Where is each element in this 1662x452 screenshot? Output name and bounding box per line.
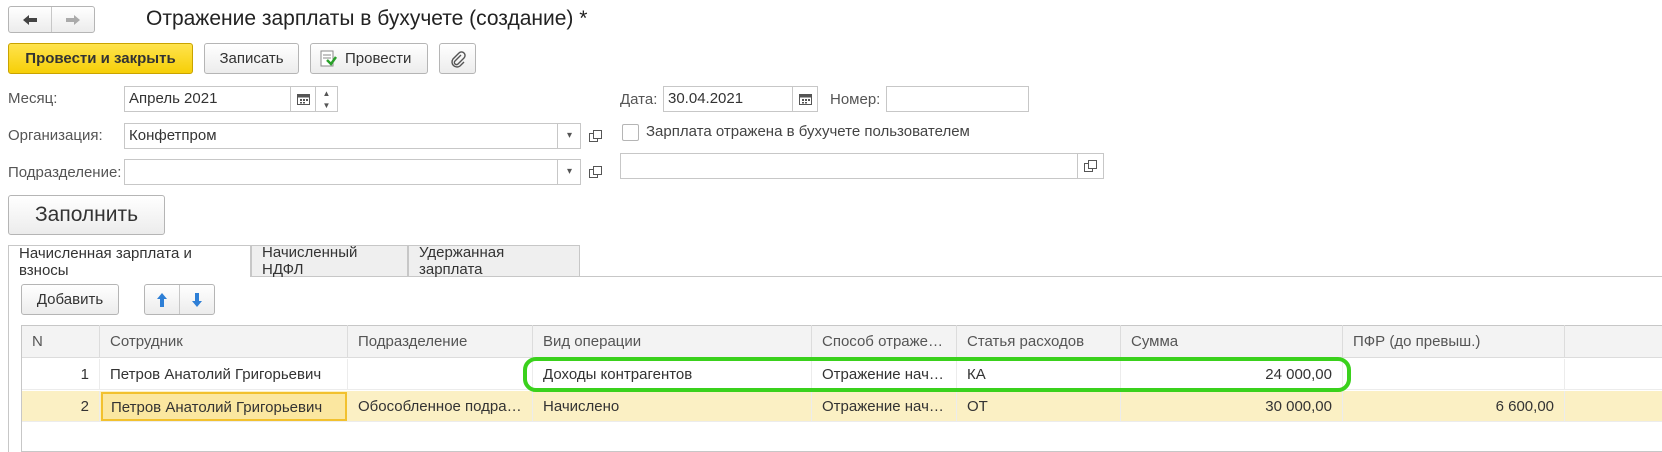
column-header-method[interactable]: Способ отраже…	[812, 325, 957, 358]
attach-button[interactable]	[439, 43, 476, 74]
forward-button[interactable]	[52, 7, 94, 32]
department-label: Подразделение:	[8, 164, 122, 181]
nav-buttons	[8, 6, 95, 33]
date-label: Дата:	[620, 91, 658, 108]
organization-field[interactable]: Конфетпром ▾	[124, 123, 581, 149]
user-reflected-checkbox[interactable]	[622, 124, 639, 141]
cell-department[interactable]	[348, 359, 533, 390]
open-window-icon	[588, 129, 602, 142]
cell-employee[interactable]: Петров Анатолий Григорьевич	[100, 359, 348, 390]
stepper-up-icon[interactable]: ▲	[316, 87, 337, 99]
column-header-expense[interactable]: Статья расходов	[957, 325, 1121, 358]
move-buttons	[144, 284, 215, 315]
cell-department[interactable]: Обособленное подра…	[348, 391, 533, 422]
column-header-pfr[interactable]: ПФР (до превыш.)	[1343, 325, 1565, 358]
post-document-icon	[320, 50, 337, 66]
month-stepper[interactable]: ▲ ▼	[316, 86, 338, 112]
department-dropdown-button[interactable]: ▾	[557, 159, 581, 185]
cell-pfr[interactable]	[1343, 359, 1565, 390]
arrow-right-icon	[66, 14, 80, 25]
tab-accrued-salary[interactable]: Начисленная зарплата и взносы	[8, 245, 251, 279]
calendar-icon	[799, 94, 812, 105]
cell-operation[interactable]: Доходы контрагентов	[533, 359, 812, 390]
post-button[interactable]: Провести	[310, 43, 428, 74]
calendar-icon	[297, 94, 310, 105]
month-label: Месяц:	[8, 90, 58, 107]
cell-expense[interactable]: ОТ	[957, 391, 1121, 422]
fill-button[interactable]: Заполнить	[8, 195, 165, 235]
column-header-n[interactable]: N	[22, 325, 100, 358]
column-header-sum[interactable]: Сумма	[1121, 325, 1343, 358]
add-row-button[interactable]: Добавить	[21, 284, 119, 315]
stepper-down-icon[interactable]: ▼	[316, 99, 337, 111]
post-and-close-button[interactable]: Провести и закрыть	[8, 43, 193, 74]
arrow-left-icon	[23, 14, 37, 25]
arrow-up-icon	[157, 292, 167, 307]
paperclip-icon	[450, 50, 466, 68]
back-button[interactable]	[9, 7, 52, 32]
cell-method[interactable]: Отражение нач…	[812, 391, 957, 422]
organization-label: Организация:	[8, 127, 103, 144]
comment-field[interactable]	[620, 153, 1078, 179]
tab-withheld-salary[interactable]: Удержанная зарплата	[408, 244, 580, 278]
organization-open-button[interactable]	[584, 123, 606, 149]
open-window-icon	[1084, 159, 1097, 172]
column-header-employee[interactable]: Сотрудник	[100, 325, 348, 358]
move-up-button[interactable]	[145, 285, 180, 314]
column-header-operation[interactable]: Вид операции	[533, 325, 812, 358]
cell-method[interactable]: Отражение нач…	[812, 359, 957, 390]
organization-dropdown-button[interactable]: ▾	[557, 123, 581, 149]
department-open-button[interactable]	[584, 159, 606, 185]
month-calendar-button[interactable]	[290, 86, 316, 112]
cell-sum[interactable]: 30 000,00	[1121, 391, 1343, 422]
user-reflected-checkbox-label[interactable]: Зарплата отражена в бухучете пользовател…	[646, 122, 970, 142]
tab-accrued-ndfl[interactable]: Начисленный НДФЛ	[251, 244, 408, 278]
cell-sum[interactable]: 24 000,00	[1121, 359, 1343, 390]
department-field[interactable]: ▾	[124, 159, 581, 185]
month-field[interactable]: Апрель 2021	[124, 86, 316, 112]
chevron-down-icon: ▾	[566, 130, 573, 141]
organization-value: Конфетпром	[129, 127, 217, 144]
row-number: 1	[22, 359, 100, 390]
date-field[interactable]: 30.04.2021	[663, 86, 818, 112]
row-number: 2	[22, 391, 100, 422]
chevron-down-icon: ▾	[566, 166, 573, 177]
cell-pfr[interactable]: 6 600,00	[1343, 391, 1565, 422]
date-calendar-button[interactable]	[792, 86, 818, 112]
open-window-icon	[588, 165, 602, 178]
cell-employee-active[interactable]: Петров Анатолий Григорьевич	[101, 392, 347, 421]
arrow-down-icon	[192, 292, 202, 307]
post-button-label: Провести	[345, 50, 412, 67]
number-label: Номер:	[830, 91, 881, 108]
cell-expense[interactable]: КА	[957, 359, 1121, 390]
month-value: Апрель 2021	[129, 90, 218, 107]
column-header-department[interactable]: Подразделение	[348, 325, 533, 358]
cell-operation[interactable]: Начислено	[533, 391, 812, 422]
move-down-button[interactable]	[180, 285, 214, 314]
comment-open-button[interactable]	[1078, 153, 1104, 179]
date-value: 30.04.2021	[668, 90, 744, 107]
save-button[interactable]: Записать	[204, 43, 299, 74]
number-field[interactable]	[886, 86, 1029, 112]
page-title: Отражение зарплаты в бухучете (создание)…	[146, 7, 588, 30]
